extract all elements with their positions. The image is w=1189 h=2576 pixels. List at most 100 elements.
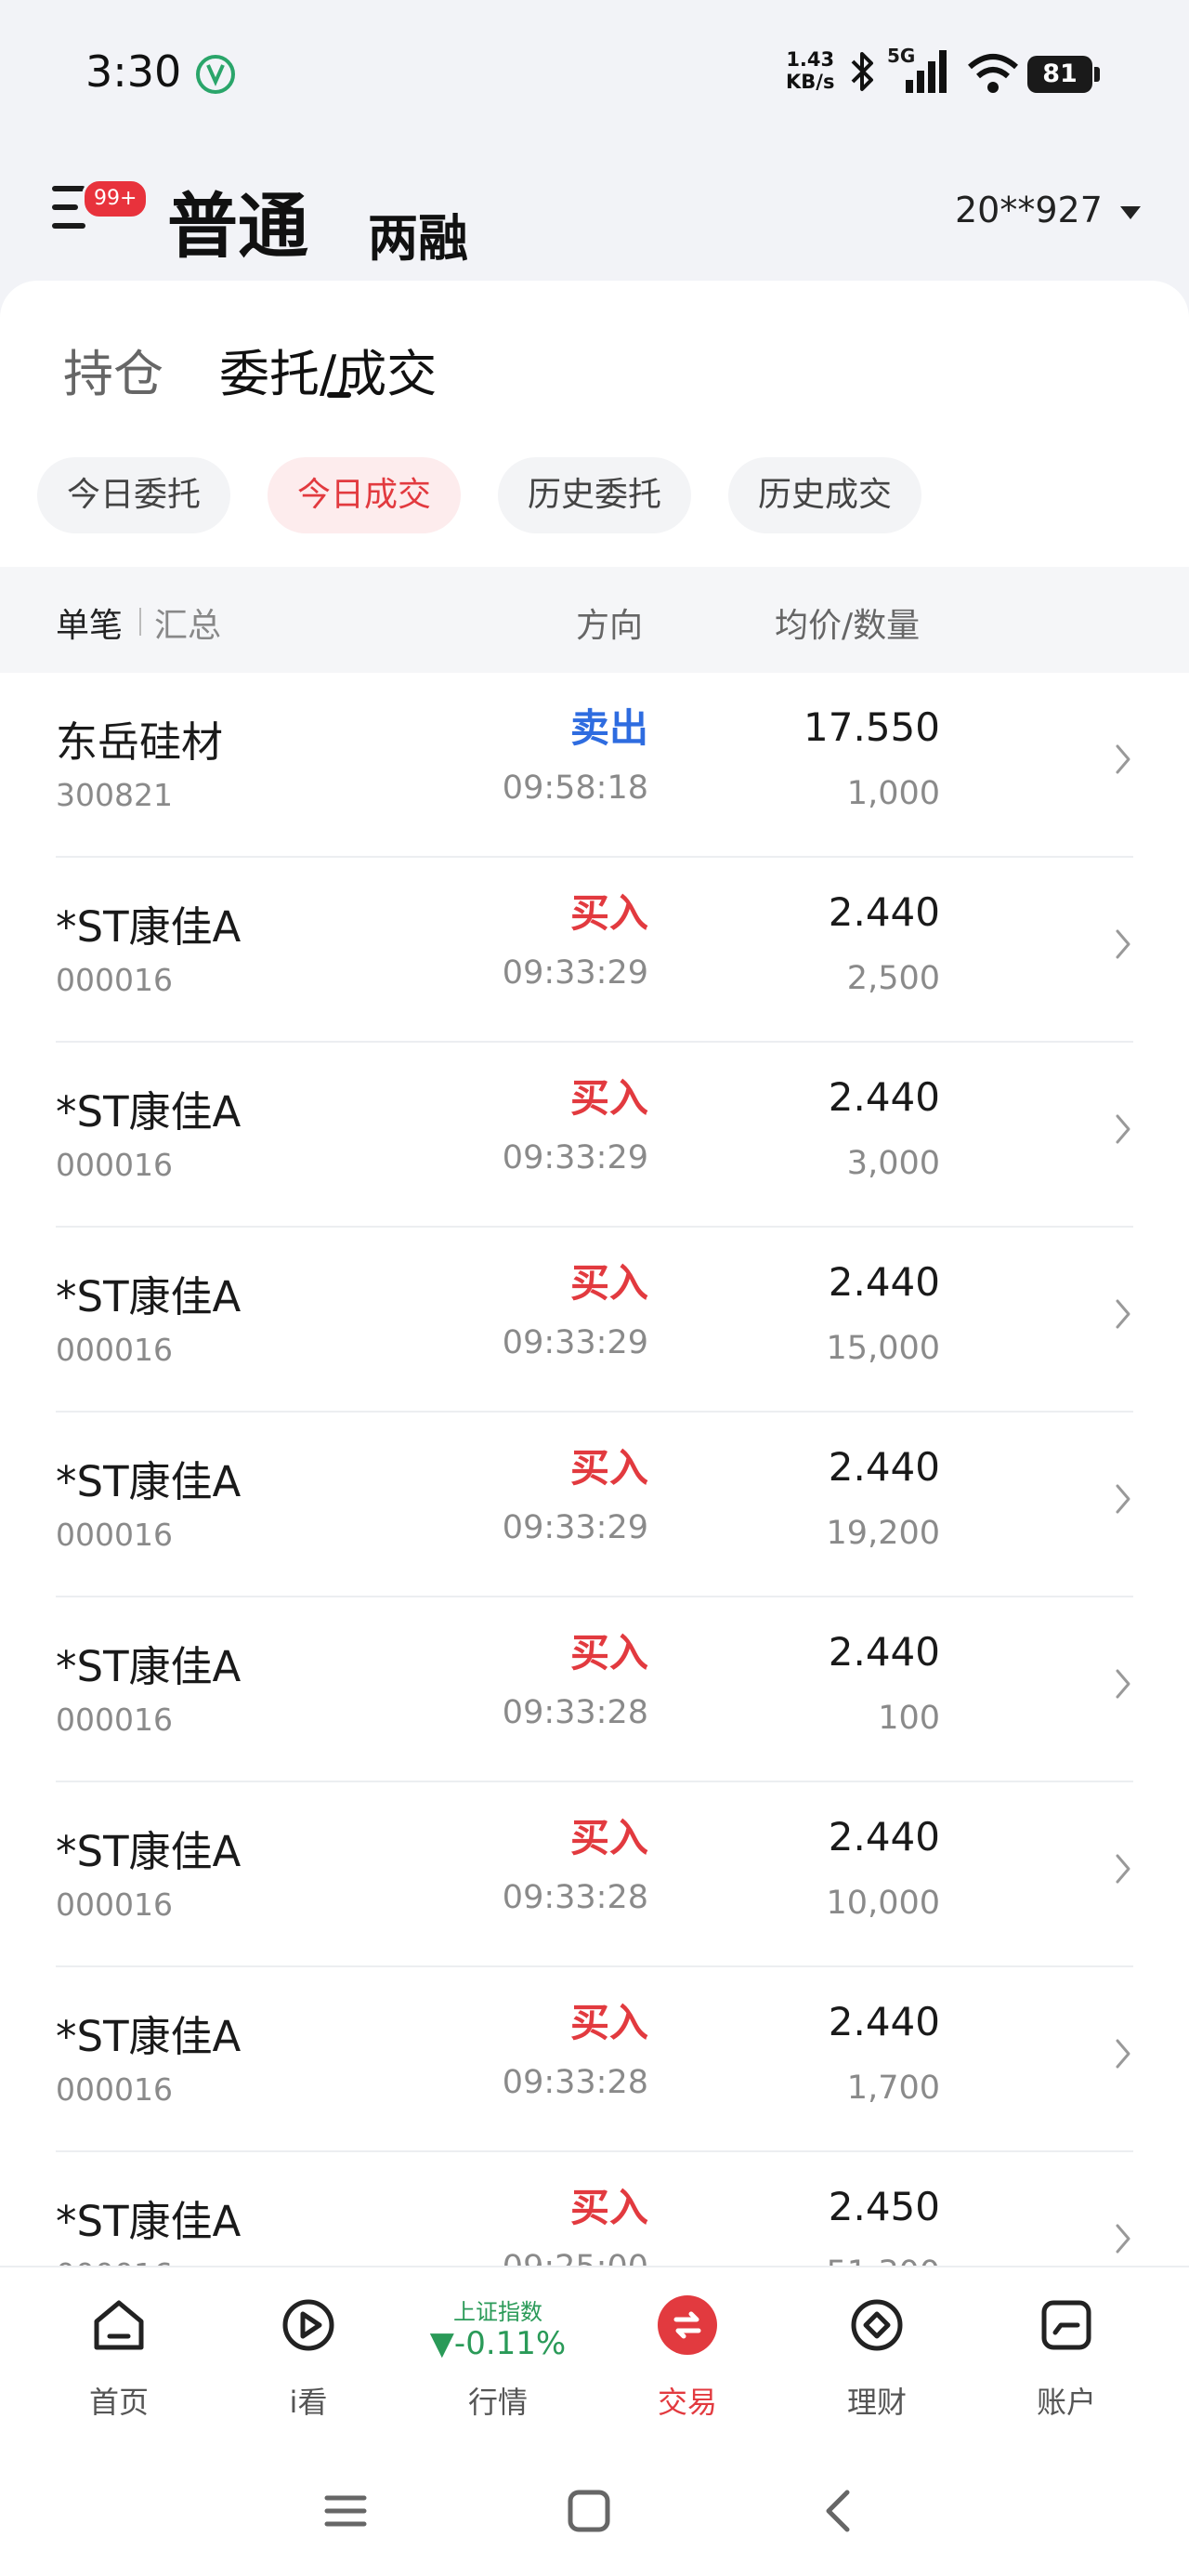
chevron-right-icon[interactable] [1115, 1113, 1131, 1145]
stock-code: 000016 [56, 1147, 173, 1183]
trade-direction: 买入 [569, 1075, 648, 1121]
back-icon[interactable] [817, 2489, 862, 2533]
stock-code: 000016 [56, 2256, 173, 2266]
chevron-right-icon[interactable] [1115, 1668, 1131, 1700]
stock-code: 300821 [56, 777, 173, 813]
trade-direction: 买入 [569, 890, 648, 936]
chip-today-orders[interactable]: 今日委托 [37, 457, 231, 533]
trade-time: 09:33:28 [502, 1879, 648, 1916]
trade-row[interactable]: *ST康佳A 000016 买入 09:33:29 2.440 2,500 [0, 858, 1189, 1043]
trade-time: 09:33:28 [502, 2064, 648, 2101]
recents-icon[interactable] [323, 2489, 368, 2533]
nav-account[interactable]: 账户 [1001, 2267, 1131, 2453]
trade-direction: 买入 [569, 1630, 648, 1676]
trade-row[interactable]: *ST康佳A 000016 买入 09:33:29 2.440 15,000 [0, 1228, 1189, 1413]
stock-code: 000016 [56, 1517, 173, 1553]
status-time: 3:30 [85, 46, 182, 97]
view-single-toggle[interactable]: 单笔 [56, 598, 123, 647]
avg-price: 2.440 [828, 1999, 940, 2044]
trade-quantity: 2,500 [846, 960, 940, 997]
finance-icon [851, 2299, 903, 2351]
stock-name: *ST康佳A [56, 1087, 242, 1137]
trade-row[interactable]: *ST康佳A 000016 买入 09:33:29 2.440 3,000 [0, 1043, 1189, 1228]
battery-tip [1094, 67, 1100, 82]
net-speed: 1.43 KB/s [786, 48, 835, 93]
trade-row[interactable]: 东岳硅材 300821 卖出 09:58:18 17.550 1,000 [0, 673, 1189, 858]
tab-holdings[interactable]: 持仓 [63, 333, 163, 406]
trade-row[interactable]: *ST康佳A 000016 买入 09:25:00 2.450 51,300 [0, 2152, 1189, 2266]
stock-code: 000016 [56, 2071, 173, 2108]
bluetooth-icon [851, 52, 873, 91]
chevron-right-icon[interactable] [1115, 1853, 1131, 1885]
account-selector[interactable]: 20**927 [955, 190, 1103, 230]
stock-name: *ST康佳A [56, 2012, 242, 2061]
avg-price: 2.450 [828, 2184, 940, 2229]
view-summary-toggle[interactable]: 汇总 [154, 598, 221, 647]
trade-time: 09:33:28 [502, 1694, 648, 1731]
col-price-qty: 均价/数量 [775, 607, 921, 645]
active-tab-indicator [327, 392, 351, 398]
chip-history-trades[interactable]: 历史成交 [728, 457, 922, 533]
chevron-right-icon[interactable] [1115, 2038, 1131, 2070]
trade-quantity: 51,300 [827, 2254, 940, 2266]
chip-today-trades[interactable]: 今日成交 [268, 457, 462, 533]
nav-finance[interactable]: 理财 [812, 2267, 942, 2453]
trade-quantity: 1,000 [846, 775, 940, 812]
bottom-nav: 首页 i看 上证指数 ▼-0.11% 行情 交易 理财 账户 [0, 2266, 1189, 2453]
trade-direction: 买入 [569, 1815, 648, 1860]
nav-watch[interactable]: i看 [243, 2267, 373, 2453]
chevron-right-icon[interactable] [1115, 1298, 1131, 1330]
stock-name: *ST康佳A [56, 1272, 242, 1321]
trade-time: 09:33:29 [502, 1139, 648, 1176]
stock-name: 东岳硅材 [56, 717, 224, 767]
wifi-icon [968, 54, 1018, 93]
chevron-right-icon[interactable] [1115, 928, 1131, 960]
trade-time: 09:33:29 [502, 1509, 648, 1546]
stock-name: *ST康佳A [56, 1457, 242, 1506]
stock-name: *ST康佳A [56, 1827, 242, 1876]
trade-time: 09:25:00 [503, 2249, 648, 2266]
trade-row[interactable]: *ST康佳A 000016 买入 09:33:29 2.440 19,200 [0, 1413, 1189, 1597]
main-panel: 持仓 委托/成交 今日委托 今日成交 历史委托 历史成交 单笔 汇总 方向 均价… [0, 281, 1189, 2266]
stock-name: *ST康佳A [56, 2197, 242, 2246]
avg-price: 2.440 [828, 1814, 940, 1860]
notification-badge: 99+ [82, 178, 150, 219]
trade-direction: 买入 [569, 2185, 648, 2230]
status-bar: 3:30 1.43 KB/s 5G 81 [0, 0, 1189, 149]
trade-quantity: 15,000 [826, 1330, 940, 1367]
home-button-icon[interactable] [567, 2489, 611, 2533]
system-nav-bar [0, 2451, 1189, 2576]
avg-price: 2.440 [828, 889, 940, 935]
trade-row[interactable]: *ST康佳A 000016 买入 09:33:28 2.440 100 [0, 1597, 1189, 1782]
stock-name: *ST康佳A [56, 902, 242, 952]
trade-quantity: 19,200 [826, 1515, 940, 1552]
index-change: ▼-0.11% [429, 2325, 567, 2362]
caret-down-icon[interactable] [1120, 206, 1141, 219]
chevron-right-icon[interactable] [1115, 2223, 1131, 2254]
nav-home[interactable]: 首页 [54, 2267, 184, 2453]
home-icon [94, 2300, 144, 2350]
account-icon [1041, 2300, 1091, 2350]
avg-price: 2.440 [828, 1259, 940, 1305]
separator [139, 608, 141, 636]
trade-time: 09:33:29 [502, 954, 648, 992]
trade-direction: 买入 [569, 2000, 648, 2045]
chip-history-orders[interactable]: 历史委托 [498, 457, 692, 533]
trade-time: 09:33:29 [502, 1324, 648, 1361]
avg-price: 2.440 [828, 1444, 940, 1490]
trade-quantity: 10,000 [826, 1885, 940, 1922]
trade-quantity: 100 [878, 1700, 940, 1737]
account-tab-normal[interactable]: 普通 [167, 169, 308, 271]
stock-code: 000016 [56, 1886, 173, 1923]
nav-market[interactable]: 上证指数 ▼-0.11% 行情 [430, 2267, 566, 2453]
chevron-right-icon[interactable] [1115, 743, 1131, 775]
trade-direction: 卖出 [569, 705, 648, 751]
play-icon [282, 2299, 334, 2351]
battery-icon: 81 [1027, 56, 1092, 93]
stock-code: 000016 [56, 1332, 173, 1368]
account-tab-margin[interactable]: 两融 [368, 197, 468, 270]
trade-row[interactable]: *ST康佳A 000016 买入 09:33:28 2.440 1,700 [0, 1967, 1189, 2152]
chevron-right-icon[interactable] [1115, 1483, 1131, 1515]
nav-trade[interactable]: 交易 [622, 2267, 752, 2453]
trade-row[interactable]: *ST康佳A 000016 买入 09:33:28 2.440 10,000 [0, 1782, 1189, 1967]
